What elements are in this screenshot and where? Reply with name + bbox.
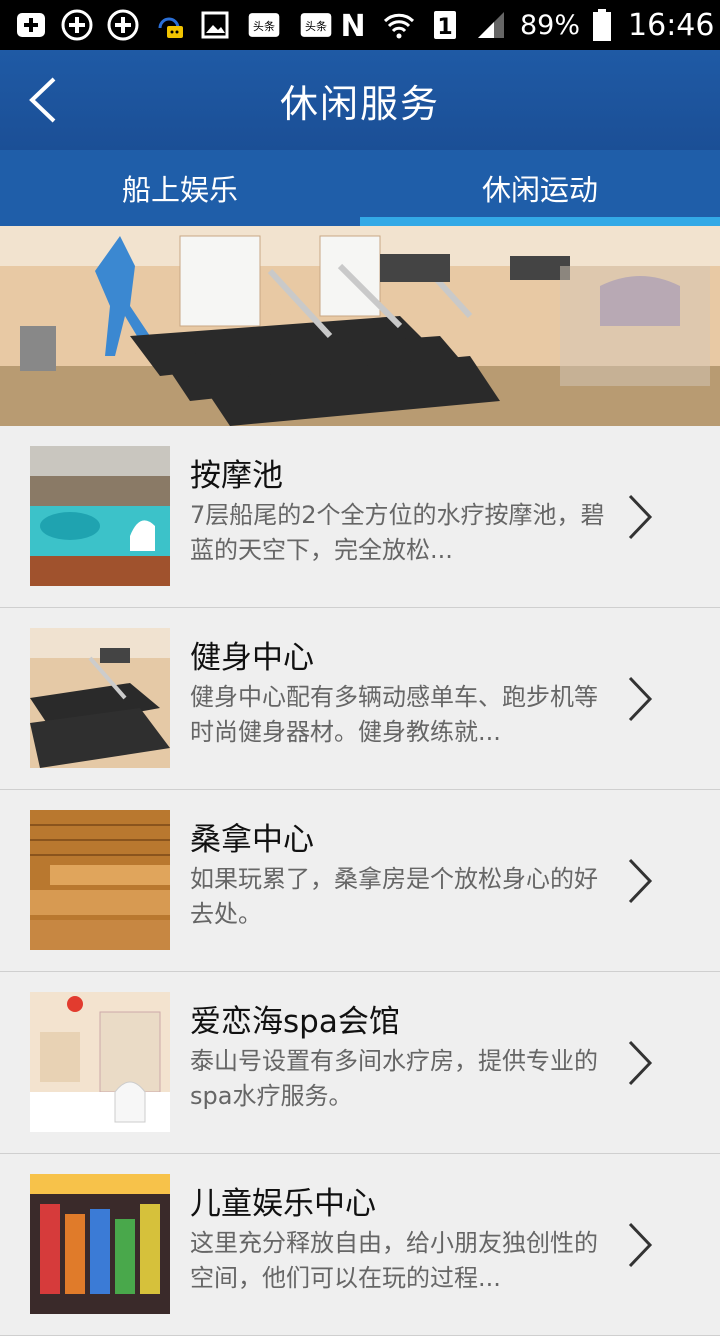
wifi-icon: [382, 8, 416, 42]
chevron-right-icon: [626, 856, 654, 906]
signal-icon: [474, 8, 508, 42]
plus-circle-icon: [60, 8, 94, 42]
status-bar: 头条 头条 N 1 89% 16:46: [0, 0, 720, 50]
image-icon: [198, 8, 232, 42]
list-item-kids-center[interactable]: 儿童娱乐中心 这里充分释放自由，给小朋友独创性的空间，他们可以在玩的过程...: [0, 1154, 720, 1336]
tab-leisure-sports[interactable]: 休闲运动: [360, 150, 720, 226]
list-item-sauna[interactable]: 桑拿中心 如果玩累了，桑拿房是个放松身心的好去处。: [0, 790, 720, 972]
item-title: 健身中心: [190, 640, 314, 676]
app-header: 休闲服务: [0, 50, 720, 150]
chevron-right-icon: [626, 674, 654, 724]
thumbnail-image: [30, 810, 170, 950]
tab-onboard-entertainment[interactable]: 船上娱乐: [0, 150, 360, 226]
chevron-right-icon: [626, 1038, 654, 1088]
clock: 16:46: [628, 7, 715, 43]
list-item-spa[interactable]: 爱恋海spa会馆 泰山号设置有多间水疗房，提供专业的spa水疗服务。: [0, 972, 720, 1154]
back-button[interactable]: [24, 75, 64, 125]
news-app-label: 头条: [305, 19, 327, 33]
chevron-right-icon: [626, 1220, 654, 1270]
item-title: 桑拿中心: [190, 822, 314, 858]
thumbnail-image: [30, 446, 170, 586]
item-title: 爱恋海spa会馆: [190, 1004, 400, 1040]
item-description: 如果玩累了，桑拿房是个放松身心的好去处。: [190, 865, 598, 928]
news-app-icon: 头条: [296, 8, 336, 42]
service-list: 按摩池 7层船尾的2个全方位的水疗按摩池，碧蓝的天空下，完全放松... 健身中心…: [0, 426, 720, 1336]
add-notification-icon: [14, 8, 48, 42]
item-title: 儿童娱乐中心: [190, 1186, 376, 1222]
news-app-icon: 头条: [244, 8, 284, 42]
thumbnail-image: [30, 1174, 170, 1314]
chat-app-icon: [152, 8, 186, 42]
plus-circle-icon: [106, 8, 140, 42]
item-description: 健身中心配有多辆动感单车、跑步机等时尚健身器材。健身教练就...: [190, 683, 598, 746]
back-arrow-icon: [29, 77, 56, 123]
svg-text:N: N: [340, 9, 365, 42]
thumbnail-image: [30, 992, 170, 1132]
item-description: 7层船尾的2个全方位的水疗按摩池，碧蓝的天空下，完全放松...: [190, 501, 605, 564]
item-title: 按摩池: [190, 458, 283, 494]
chevron-right-icon: [626, 492, 654, 542]
thumbnail-image: [30, 628, 170, 768]
page-title: 休闲服务: [279, 81, 440, 126]
list-item-fitness-center[interactable]: 健身中心 健身中心配有多辆动感单车、跑步机等时尚健身器材。健身教练就...: [0, 608, 720, 790]
item-description: 这里充分释放自由，给小朋友独创性的空间，他们可以在玩的过程...: [190, 1229, 598, 1292]
list-item-massage-pool[interactable]: 按摩池 7层船尾的2个全方位的水疗按摩池，碧蓝的天空下，完全放松...: [0, 426, 720, 608]
tab-bar: 船上娱乐 休闲运动: [0, 150, 720, 226]
item-description: 泰山号设置有多间水疗房，提供专业的spa水疗服务。: [190, 1047, 598, 1110]
news-app-label: 头条: [253, 19, 275, 33]
sim-icon: 1: [428, 8, 462, 42]
battery-percent: 89%: [520, 9, 581, 41]
gym-banner-image: [0, 226, 720, 426]
battery-icon: [592, 8, 612, 42]
sim-badge: 1: [437, 15, 452, 40]
nfc-icon: N: [336, 8, 370, 42]
